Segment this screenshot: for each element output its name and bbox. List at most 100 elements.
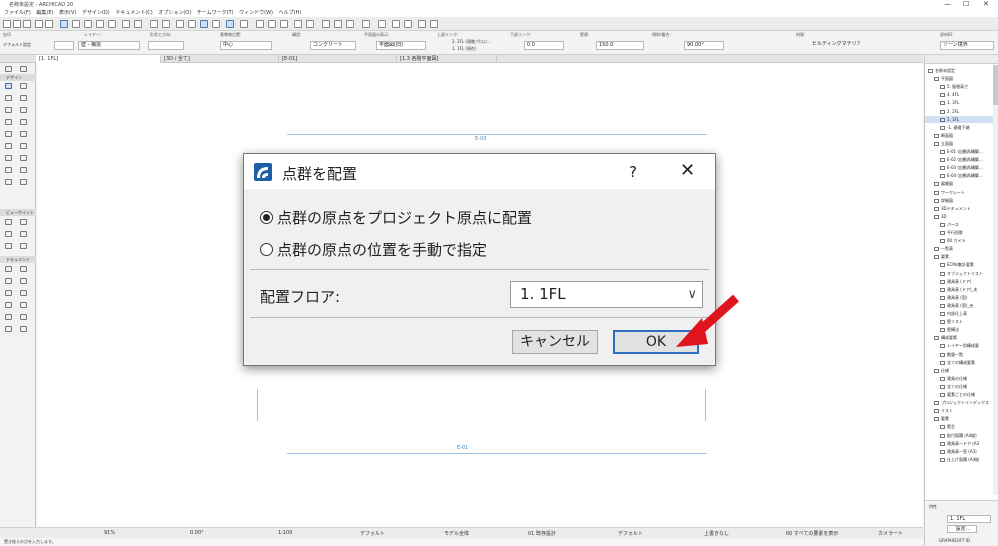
- menu-options[interactable]: オプション(O): [158, 9, 191, 17]
- navigator-item[interactable]: E-01 (自動再構築…: [925, 148, 993, 155]
- toolbox-section-design[interactable]: デザイン: [0, 74, 36, 81]
- polyline-tool-icon[interactable]: [20, 302, 27, 308]
- navigator-item[interactable]: オブジェクトリスト: [925, 270, 993, 277]
- railing-tool-icon[interactable]: [20, 119, 27, 125]
- mirror-icon[interactable]: [188, 20, 196, 28]
- rotate-icon[interactable]: [176, 20, 184, 28]
- settings-button[interactable]: 設定...: [947, 525, 977, 533]
- close-icon[interactable]: ✕: [680, 160, 695, 181]
- pen-set[interactable]: デフォルト: [618, 530, 643, 537]
- curtain-wall-tool-icon[interactable]: [5, 131, 12, 137]
- grid-icon[interactable]: [404, 20, 412, 28]
- tab-floor-1[interactable]: [1. 1FL]: [36, 55, 161, 63]
- navigator-item[interactable]: 名称未設定: [925, 67, 993, 74]
- snap-guides-icon[interactable]: [60, 20, 68, 28]
- scrollbar-thumb[interactable]: [993, 65, 998, 105]
- split-icon[interactable]: [378, 20, 386, 28]
- navigator-item[interactable]: 仕上げ面積 (A4縦: [925, 456, 993, 463]
- menu-file[interactable]: ファイル(F): [4, 9, 31, 17]
- bottom-offset-field[interactable]: 0.0: [524, 41, 564, 50]
- publish-icon[interactable]: [334, 20, 342, 28]
- detail-tool-icon[interactable]: [5, 243, 12, 249]
- arrow-tool-icon[interactable]: [5, 66, 12, 72]
- dimension-tool-icon[interactable]: [5, 266, 12, 272]
- elevation-marker-icon[interactable]: [306, 20, 314, 28]
- navigator-item[interactable]: 壁構法: [925, 326, 993, 333]
- undo-icon[interactable]: [150, 20, 158, 28]
- section-marker-icon[interactable]: [294, 20, 302, 28]
- navigator-item[interactable]: 断面図: [925, 132, 993, 139]
- dimension-standard[interactable]: 00 すべての要素を表示: [786, 530, 838, 537]
- tab-floor-plans[interactable]: [1.3 各階平面図]: [397, 55, 497, 63]
- navigator-item[interactable]: 建具表 (ドア)_夫: [925, 286, 993, 293]
- elevation-marker-bottom[interactable]: E-01: [457, 445, 468, 451]
- material-select[interactable]: ビルディングマテリアル: [810, 41, 860, 50]
- cancel-button[interactable]: キャンセル: [512, 330, 598, 354]
- navigator-item[interactable]: 建具表 (窓)_夫: [925, 302, 993, 309]
- layout-icon[interactable]: [346, 20, 354, 28]
- close-window-button[interactable]: ✕: [983, 0, 989, 8]
- interior-elevation-tool-icon[interactable]: [5, 231, 12, 237]
- point-cloud-tool-icon[interactable]: [20, 179, 27, 185]
- text-tool-icon[interactable]: [5, 278, 12, 284]
- navigator-item[interactable]: 展開図: [925, 180, 993, 187]
- list-icon[interactable]: [362, 20, 370, 28]
- layer-select[interactable]: 壁 - 構造: [78, 41, 140, 50]
- grid-snap-icon[interactable]: [72, 20, 80, 28]
- hotspot-tool-icon[interactable]: [20, 314, 27, 320]
- eyedropper-icon[interactable]: [45, 20, 53, 28]
- navigator-item[interactable]: 3D: [925, 213, 993, 220]
- menu-view[interactable]: 表示(V): [59, 9, 76, 17]
- navigator-item[interactable]: -1. 基礎下端: [925, 124, 993, 131]
- navigator-item[interactable]: プロジェクトインデックス: [925, 399, 993, 406]
- section-tool-icon[interactable]: [5, 219, 12, 225]
- navigator-item[interactable]: 1. 1FL: [925, 115, 993, 123]
- menu-edit[interactable]: 編集(E): [36, 9, 53, 17]
- open-file-icon[interactable]: [13, 20, 21, 28]
- home-story-value[interactable]: 1. 1FL (現在): [452, 46, 477, 52]
- navigator-item[interactable]: E-04 (自動再構築…: [925, 172, 993, 179]
- plan-window-icon[interactable]: [430, 20, 438, 28]
- menu-help[interactable]: ヘルプ(H): [279, 9, 302, 17]
- graphic-override[interactable]: 上書きなし: [704, 530, 729, 537]
- default-settings-label[interactable]: デフォルト設定: [3, 42, 31, 48]
- roof-tool-icon[interactable]: [5, 107, 12, 113]
- navigator-item[interactable]: 壁芯: [925, 423, 993, 430]
- navigator-item[interactable]: E-03 (自動再構築…: [925, 164, 993, 171]
- navigator-item[interactable]: 3Dドキュメント: [925, 205, 993, 212]
- navigator-item[interactable]: リスト: [925, 407, 993, 414]
- link-icon[interactable]: [122, 20, 130, 28]
- model-view[interactable]: モデル全体: [444, 530, 469, 537]
- 3d-window-icon[interactable]: [418, 20, 426, 28]
- window-tool-icon[interactable]: [5, 143, 12, 149]
- spline-tool-icon[interactable]: [5, 314, 12, 320]
- scale-value[interactable]: 1:100: [278, 530, 292, 536]
- menu-design[interactable]: デザイン(D): [82, 9, 110, 17]
- navigator-item[interactable]: 平面図: [925, 75, 993, 82]
- reference-line-select[interactable]: 中心: [220, 41, 272, 50]
- navigator-item[interactable]: 建具表 (窓): [925, 294, 993, 301]
- navigator-item[interactable]: ワークシート: [925, 189, 993, 196]
- top-link-value[interactable]: 2. 2FL (現階プロジ...: [452, 39, 491, 45]
- tab-3d-all[interactable]: [3D / 全て]: [161, 55, 279, 63]
- pen-icon[interactable]: [35, 20, 43, 28]
- navigator-item[interactable]: 建具表一ドア (A3: [925, 440, 993, 447]
- shell-tool-icon[interactable]: [20, 107, 27, 113]
- worksheet-tool-icon[interactable]: [20, 231, 27, 237]
- circle-tool-icon[interactable]: [5, 302, 12, 308]
- figure-tool-icon[interactable]: [5, 326, 12, 332]
- zoom-value[interactable]: 91%: [104, 530, 115, 536]
- align-icon[interactable]: [200, 20, 208, 28]
- navigator-item[interactable]: 数量一覧: [925, 351, 993, 358]
- wall-tool-icon[interactable]: [5, 83, 12, 89]
- navigator-item[interactable]: 立面図: [925, 140, 993, 147]
- view-icon[interactable]: [392, 20, 400, 28]
- minimize-button[interactable]: —: [944, 0, 951, 8]
- radio-project-origin[interactable]: 点群の原点をプロジェクト原点に配置: [260, 207, 532, 227]
- geometry-button[interactable]: [54, 41, 74, 50]
- navigator-item[interactable]: 3. 3FL: [925, 99, 993, 106]
- navigator-scrollbar[interactable]: [993, 65, 998, 495]
- navigator-item[interactable]: 全ての仕様: [925, 383, 993, 390]
- menu-teamwork[interactable]: チームワーク(T): [197, 9, 234, 17]
- navigator-item[interactable]: パース: [925, 221, 993, 228]
